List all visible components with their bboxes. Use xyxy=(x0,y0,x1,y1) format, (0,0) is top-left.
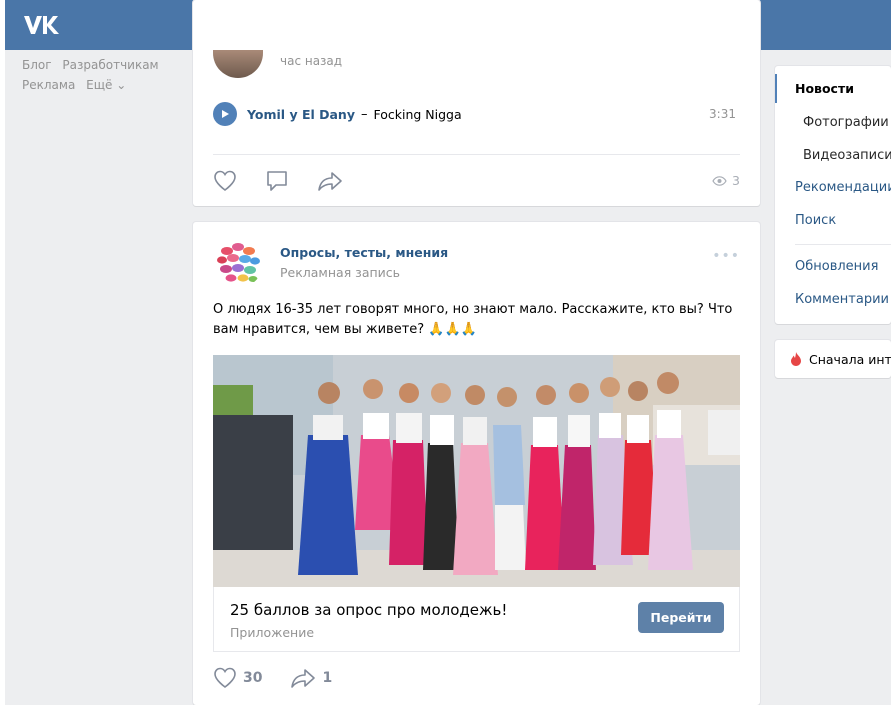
menu-comments[interactable]: Комментарии xyxy=(795,292,889,307)
audio-duration: 3:31 xyxy=(709,107,736,121)
menu-news[interactable]: Новости xyxy=(795,81,854,96)
like-button[interactable] xyxy=(213,170,237,192)
active-indicator xyxy=(775,74,777,103)
ad-label: Рекламная запись xyxy=(280,265,401,280)
post-image[interactable] xyxy=(213,355,740,587)
link-developers[interactable]: Разработчикам xyxy=(62,58,158,72)
ad-card[interactable]: 25 баллов за опрос про молодежь! Приложе… xyxy=(213,587,740,652)
go-button[interactable]: Перейти xyxy=(638,602,724,633)
group-name[interactable]: Опросы, тесты, мнения xyxy=(280,245,448,260)
like-button[interactable]: 30 xyxy=(213,667,262,689)
post-actions xyxy=(213,170,371,192)
audio-row[interactable]: Yomil y El Dany – Focking Nigga 3:31 xyxy=(213,102,740,126)
eye-icon xyxy=(712,175,727,186)
share-icon xyxy=(291,669,316,688)
share-button[interactable]: 1 xyxy=(290,667,332,689)
fire-icon xyxy=(790,352,802,370)
vk-logo[interactable] xyxy=(22,13,62,37)
menu-updates[interactable]: Обновления xyxy=(795,259,878,274)
comment-icon xyxy=(267,171,287,191)
divider xyxy=(213,154,740,155)
views-count: 3 xyxy=(712,173,740,188)
footer-links: Блог Разработчикам Реклама Ещё ⌄ xyxy=(22,55,182,95)
ad-subtitle: Приложение xyxy=(230,625,315,640)
post-time[interactable]: час назад xyxy=(280,54,342,68)
share-count: 1 xyxy=(322,670,333,686)
link-blog[interactable]: Блог xyxy=(22,58,52,72)
left-edge xyxy=(0,0,5,705)
audio-artist[interactable]: Yomil y El Dany xyxy=(247,107,355,122)
sort-toggle[interactable]: Сначала инте xyxy=(775,340,891,378)
post-text: О людях 16-35 лет говорят много, но знаю… xyxy=(213,302,733,337)
menu-divider xyxy=(795,244,891,245)
comment-button[interactable] xyxy=(265,170,289,192)
sort-label: Сначала инте xyxy=(809,352,891,367)
heart-icon xyxy=(214,170,236,191)
menu-recommendations[interactable]: Рекомендации xyxy=(795,180,891,195)
post-ad: Опросы, тесты, мнения Рекламная запись •… xyxy=(193,222,760,705)
heart-icon xyxy=(214,667,236,688)
like-count: 30 xyxy=(243,670,263,686)
play-button[interactable] xyxy=(213,102,237,126)
menu-videos[interactable]: Видеозаписи xyxy=(803,148,891,163)
group-avatar[interactable] xyxy=(213,238,263,288)
more-options-icon[interactable]: ••• xyxy=(712,248,740,264)
vk-logo-icon xyxy=(24,16,59,34)
news-menu: Новости Фотографии Видеозаписи Рекоменда… xyxy=(775,66,891,324)
avatar[interactable] xyxy=(213,50,263,78)
menu-search[interactable]: Поиск xyxy=(795,213,836,228)
group-photo xyxy=(213,355,740,587)
post-actions: 30 1 xyxy=(213,667,360,689)
menu-photos[interactable]: Фотографии xyxy=(803,115,889,130)
audio-title[interactable]: Focking Nigga xyxy=(373,107,461,122)
share-icon xyxy=(318,172,342,191)
audio-dash: – xyxy=(360,106,368,122)
play-icon xyxy=(222,110,229,118)
speech-bubbles-logo xyxy=(214,239,262,287)
share-button[interactable] xyxy=(317,170,343,192)
ad-title[interactable]: 25 баллов за опрос про молодежь! xyxy=(230,601,507,619)
views-number: 3 xyxy=(732,173,740,188)
link-more[interactable]: Ещё ⌄ xyxy=(86,78,126,92)
link-ads[interactable]: Реклама xyxy=(22,78,75,92)
post-music: час назад Yomil y El Dany – Focking Nigg… xyxy=(193,0,760,206)
